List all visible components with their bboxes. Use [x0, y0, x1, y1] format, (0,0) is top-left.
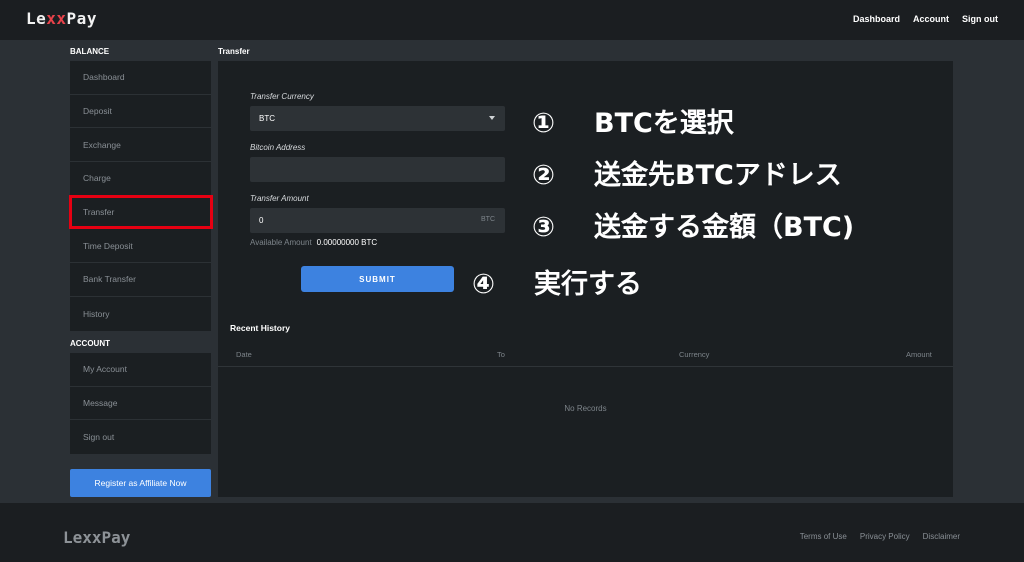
footer-links: Terms of Use Privacy Policy Disclaimer: [800, 532, 960, 541]
available-amount: Available Amount 0.00000000 BTC: [250, 238, 377, 247]
annotation-step-4: ④ 実行する: [472, 262, 642, 301]
sidebar-item-message[interactable]: Message: [70, 387, 211, 421]
submit-button[interactable]: SUBMIT: [301, 266, 454, 292]
bitcoin-address-input[interactable]: [250, 157, 505, 182]
annotation-text: BTCを選択: [594, 108, 734, 139]
transfer-amount-input[interactable]: 0 BTC: [250, 208, 505, 233]
sidebar-item-time-deposit[interactable]: Time Deposit: [70, 229, 211, 264]
available-amount-value: 0.00000000 BTC: [316, 238, 378, 247]
balance-section-label: BALANCE: [70, 47, 110, 56]
annotation-step-2: ② 送金先BTCアドレス: [532, 153, 842, 192]
nav-account-link[interactable]: Account: [913, 14, 949, 24]
available-amount-label: Available Amount: [250, 238, 312, 247]
sidebar-item-history[interactable]: History: [70, 297, 211, 331]
brand-logo[interactable]: LexxPay: [26, 9, 97, 28]
sidebar-item-exchange[interactable]: Exchange: [70, 128, 211, 163]
page-title: Transfer: [218, 47, 250, 56]
account-section-label: ACCOUNT: [70, 339, 110, 348]
currency-select-value: BTC: [259, 114, 275, 123]
column-header-date: Date: [236, 350, 252, 359]
table-divider: [218, 366, 953, 367]
sidebar-item-dashboard[interactable]: Dashboard: [70, 61, 211, 95]
footer-privacy-link[interactable]: Privacy Policy: [860, 532, 910, 541]
annotation-number: ④: [472, 269, 495, 300]
annotation-step-3: ③ 送金する金額（BTC): [532, 205, 854, 244]
recent-history-title: Recent History: [230, 323, 290, 333]
sidebar-item-sign-out[interactable]: Sign out: [70, 420, 211, 454]
sidebar-item-charge[interactable]: Charge: [70, 162, 211, 196]
footer-disclaimer-link[interactable]: Disclaimer: [923, 532, 960, 541]
footer: LexxPay Terms of Use Privacy Policy Disc…: [0, 503, 1024, 562]
top-nav: Dashboard Account Sign out: [853, 14, 998, 24]
annotation-text: 送金する金額（BTC): [594, 212, 855, 243]
nav-dashboard-link[interactable]: Dashboard: [853, 14, 900, 24]
annotation-number: ①: [532, 108, 555, 139]
register-affiliate-button[interactable]: Register as Affiliate Now: [70, 469, 211, 497]
top-bar: LexxPay Dashboard Account Sign out: [0, 0, 1024, 40]
annotation-number: ③: [532, 212, 555, 243]
annotation-step-1: ① BTCを選択: [532, 101, 734, 140]
address-label: Bitcoin Address: [250, 143, 306, 152]
annotation-number: ②: [532, 160, 555, 191]
sidebar-item-bank-transfer[interactable]: Bank Transfer: [70, 263, 211, 297]
empty-table-message: No Records: [564, 404, 607, 413]
footer-terms-link[interactable]: Terms of Use: [800, 532, 847, 541]
footer-logo[interactable]: LexxPay: [63, 528, 130, 547]
nav-sign-out-link[interactable]: Sign out: [962, 14, 998, 24]
transfer-highlight-box: [69, 195, 213, 229]
sidebar-item-deposit[interactable]: Deposit: [70, 95, 211, 129]
transfer-amount-value: 0: [259, 216, 264, 225]
currency-label: Transfer Currency: [250, 92, 314, 101]
annotation-text: 送金先BTCアドレス: [594, 160, 842, 191]
column-header-currency: Currency: [679, 350, 710, 359]
column-header-to: To: [497, 350, 505, 359]
amount-unit: BTC: [481, 216, 495, 223]
caret-down-icon: [489, 116, 495, 120]
annotation-text: 実行する: [534, 269, 642, 300]
amount-label: Transfer Amount: [250, 194, 309, 203]
account-menu: My Account Message Sign out: [70, 353, 211, 455]
currency-select[interactable]: BTC: [250, 106, 505, 131]
column-header-amount: Amount: [906, 350, 932, 359]
sidebar-item-my-account[interactable]: My Account: [70, 353, 211, 387]
